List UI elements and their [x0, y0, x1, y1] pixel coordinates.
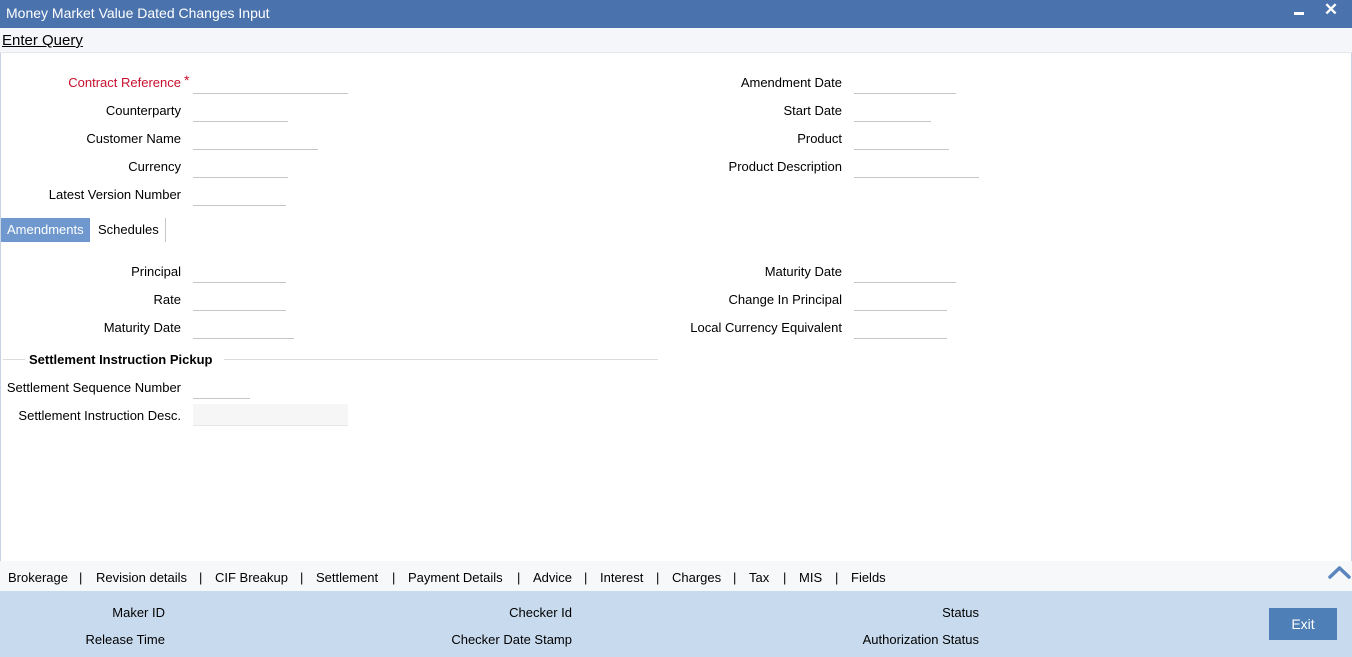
footer-separator: | [584, 570, 588, 585]
settlement-sequence-number-input[interactable] [193, 377, 250, 399]
query-bar: Enter Query [0, 28, 1352, 53]
rate-input[interactable] [193, 289, 286, 311]
change-in-principal-label: Change In Principal [728, 292, 842, 307]
exit-button[interactable]: Exit [1269, 608, 1337, 640]
footer-links-bar: Brokerage | Revision details | CIF Break… [0, 561, 1352, 591]
release-time-label: Release Time [85, 632, 165, 647]
footer-separator: | [733, 570, 737, 585]
settlement-instruction-desc-input[interactable] [193, 404, 348, 426]
product-description-input[interactable] [854, 156, 979, 178]
footer-link-fields[interactable]: Fields [851, 570, 886, 585]
change-in-principal-input[interactable] [854, 289, 947, 311]
amendment-date-input[interactable] [854, 72, 956, 94]
authorization-status-label: Authorization Status [862, 632, 979, 647]
footer-separator: | [517, 570, 521, 585]
enter-query-link[interactable]: Enter Query [2, 32, 83, 49]
footer-link-brokerage[interactable]: Brokerage [8, 570, 68, 585]
footer-link-interest[interactable]: Interest [600, 570, 643, 585]
maturity-date-right-label: Maturity Date [764, 264, 842, 279]
rate-label: Rate [153, 292, 181, 307]
close-icon[interactable]: ✕ [1323, 0, 1339, 20]
principal-input[interactable] [193, 261, 286, 283]
footer-link-advice[interactable]: Advice [533, 570, 572, 585]
latest-version-number-input[interactable] [193, 184, 286, 206]
footer-link-cif-breakup[interactable]: CIF Breakup [215, 570, 288, 585]
footer-link-mis[interactable]: MIS [799, 570, 822, 585]
tab-amendments[interactable]: Amendments [1, 218, 90, 242]
maturity-date-right-input[interactable] [854, 261, 956, 283]
footer-separator: | [656, 570, 660, 585]
product-description-label: Product Description [728, 159, 842, 174]
chevron-up-icon[interactable] [1327, 563, 1352, 581]
footer-link-charges[interactable]: Charges [672, 570, 721, 585]
audit-bar: Maker ID Release Time Checker Id Checker… [0, 591, 1352, 657]
footer-separator: | [199, 570, 203, 585]
footer-separator: | [392, 570, 396, 585]
settlement-sequence-number-label: Settlement Sequence Number [6, 380, 181, 395]
contract-reference-input[interactable] [193, 72, 348, 94]
currency-input[interactable] [193, 156, 288, 178]
checker-id-label: Checker Id [509, 605, 572, 620]
footer-link-tax[interactable]: Tax [749, 570, 769, 585]
title-bar: Money Market Value Dated Changes Input ✕ [0, 0, 1352, 28]
counterparty-input[interactable] [193, 100, 288, 122]
counterparty-label: Counterparty [105, 103, 181, 118]
product-label: Product [797, 131, 842, 146]
section-divider-right [224, 359, 658, 360]
status-label: Status [942, 605, 979, 620]
start-date-label: Start Date [783, 103, 842, 118]
footer-link-settlement[interactable]: Settlement [316, 570, 378, 585]
customer-name-label: Customer Name [86, 131, 181, 146]
product-input[interactable] [854, 128, 949, 150]
window-title: Money Market Value Dated Changes Input [6, 5, 270, 21]
footer-separator: | [783, 570, 787, 585]
tab-divider [165, 218, 166, 242]
customer-name-input[interactable] [193, 128, 318, 150]
footer-link-payment-details[interactable]: Payment Details [408, 570, 503, 585]
maturity-date-label: Maturity Date [103, 320, 181, 335]
principal-label: Principal [131, 264, 181, 279]
tab-schedules[interactable]: Schedules [98, 218, 159, 242]
checker-date-stamp-label: Checker Date Stamp [451, 632, 572, 647]
local-currency-equivalent-label: Local Currency Equivalent [690, 320, 842, 335]
local-currency-equivalent-input[interactable] [854, 317, 947, 339]
required-marker: * [184, 72, 190, 88]
settlement-section-title: Settlement Instruction Pickup [29, 352, 213, 367]
settlement-instruction-desc-label: Settlement Instruction Desc. [18, 408, 181, 423]
currency-label: Currency [128, 159, 181, 174]
footer-separator: | [79, 570, 83, 585]
minimize-icon[interactable] [1294, 12, 1304, 15]
latest-version-number-label: Latest Version Number [48, 187, 181, 202]
maker-id-label: Maker ID [112, 605, 165, 620]
footer-separator: | [300, 570, 304, 585]
amendment-date-label: Amendment Date [740, 75, 842, 90]
maturity-date-input[interactable] [193, 317, 294, 339]
contract-reference-label: Contract Reference [68, 75, 181, 90]
footer-link-revision-details[interactable]: Revision details [96, 570, 187, 585]
start-date-input[interactable] [854, 100, 931, 122]
section-divider-left [3, 359, 25, 360]
footer-separator: | [835, 570, 839, 585]
